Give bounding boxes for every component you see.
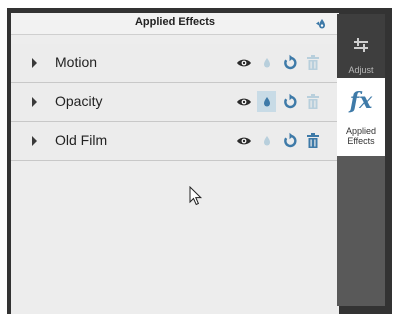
- tab-applied-effects[interactable]: fx Applied Effects: [337, 78, 385, 156]
- mouse-cursor-icon: [189, 186, 203, 206]
- tab-adjust[interactable]: Adjust: [337, 14, 385, 78]
- tab-label-line-2: Effects: [347, 136, 375, 146]
- expand-triangle-icon[interactable]: [32, 58, 37, 68]
- reset-icon[interactable]: [282, 54, 298, 72]
- drop-icon[interactable]: [259, 132, 275, 150]
- fx-options-icon[interactable]: [315, 17, 329, 30]
- expand-triangle-icon[interactable]: [32, 97, 37, 107]
- reset-icon[interactable]: [282, 93, 298, 111]
- editor-frame: Applied Effects Motion Opacity Old Film: [7, 8, 392, 314]
- tab-adjust-label: Adjust: [348, 65, 374, 75]
- effect-row-motion[interactable]: Motion: [11, 44, 339, 83]
- trash-icon[interactable]: [305, 132, 321, 150]
- effect-label: Motion: [55, 54, 98, 70]
- tab-label-line-1: Applied: [345, 126, 377, 136]
- eye-icon[interactable]: [236, 132, 252, 150]
- effect-row-opacity[interactable]: Opacity: [11, 83, 339, 122]
- expand-triangle-icon[interactable]: [32, 136, 37, 146]
- applied-effects-panel: Applied Effects Motion Opacity Old Film: [11, 13, 339, 314]
- tab-applied-effects-label: Applied Effects: [337, 126, 385, 146]
- reset-icon[interactable]: [282, 132, 298, 150]
- sliders-icon: [354, 38, 368, 52]
- effect-label: Old Film: [55, 132, 108, 148]
- panel-title: Applied Effects: [134, 16, 216, 28]
- trash-icon[interactable]: [305, 54, 321, 72]
- eye-icon[interactable]: [236, 93, 252, 111]
- drop-icon[interactable]: [259, 93, 275, 111]
- trash-icon[interactable]: [305, 93, 321, 111]
- effect-row-old-film[interactable]: Old Film: [11, 122, 339, 161]
- drop-icon[interactable]: [259, 54, 275, 72]
- effect-label: Opacity: [55, 93, 103, 109]
- fx-icon: fx: [349, 88, 373, 114]
- panel-header: Applied Effects: [11, 13, 339, 35]
- eye-icon[interactable]: [236, 54, 252, 72]
